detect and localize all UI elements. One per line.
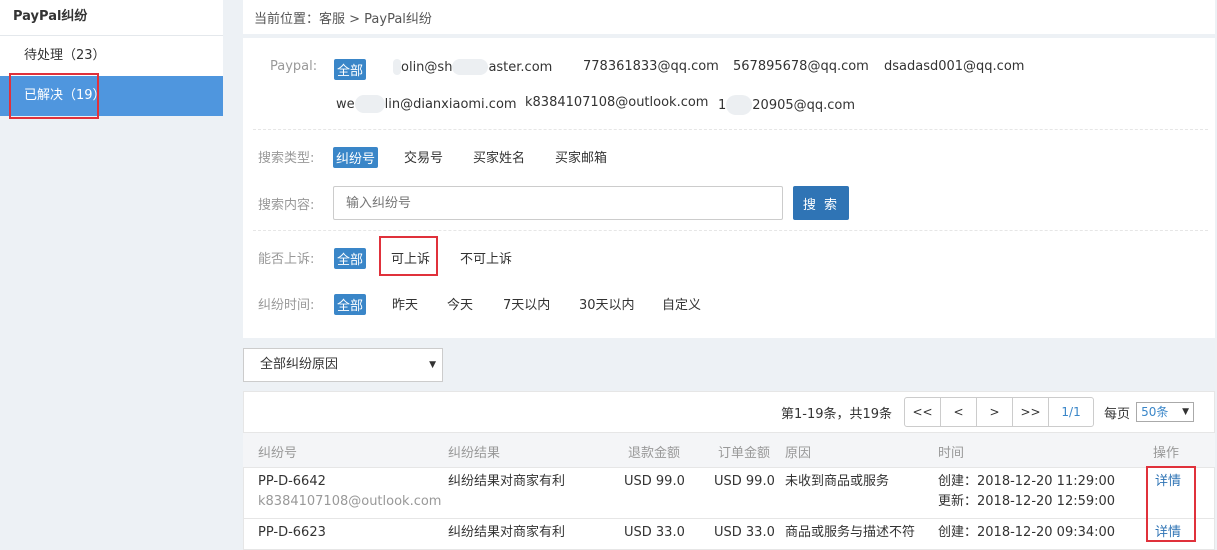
prev-page-button[interactable]: < [941,398,978,426]
per-page-select[interactable]: 50条 ▼ [1136,402,1195,422]
refund-amount: USD 33.0 [624,525,685,540]
created-time: 创建：2018-12-20 11:29:00 [938,474,1116,489]
dispute-reason: 未收到商品或服务 [785,474,890,489]
first-page-button[interactable]: << [905,398,942,426]
paypal-label: Paypal: [270,59,318,74]
paypal-option-all[interactable]: 全部 [334,59,367,80]
divider [253,129,1208,130]
search-type-buyer-email[interactable]: 买家邮箱 [555,147,607,166]
paypal-account-5-part-a: we [336,96,355,112]
sidebar-item-pending[interactable]: 待处理（23） [0,36,223,76]
pagination: 第1-19条，共19条 << < > >> 1/1 每页 50条 ▼ [781,397,1195,427]
paypal-account-5-part-b: lin@dianxiaomi.com [384,96,517,112]
header-actions: 操作 [1153,446,1180,461]
details-link[interactable]: 详情 [1155,523,1181,543]
per-page-label: 每页 [1104,406,1131,422]
time-option-yesterday[interactable]: 昨天 [392,294,418,313]
paypal-account-7-part-b: 20905@qq.com [752,97,856,113]
created-time: 创建：2018-12-20 09:34:00 [938,525,1116,540]
search-input[interactable] [333,186,783,220]
paypal-account-3[interactable]: 567895678@qq.com [733,59,869,74]
paypal-filter-row: Paypal: [270,59,317,74]
dispute-id: PP-D-6623 [258,525,326,540]
next-page-button[interactable]: > [977,398,1014,426]
chevron-down-icon: ▼ [1182,407,1190,417]
redacted-blur [452,59,489,75]
appeal-option-all[interactable]: 全部 [334,248,367,269]
dispute-result: 纠纷结果对商家有利 [448,474,566,489]
reason-select[interactable]: 全部纠纷原因 ▼ [243,348,443,382]
appeal-label: 能否上诉: [258,252,315,267]
paypal-account-2[interactable]: 778361833@qq.com [583,59,719,74]
header-dispute-id: 纠纷号 [258,446,298,461]
time-option-30-days[interactable]: 30天以内 [579,294,635,313]
last-page-button[interactable]: >> [1013,398,1050,426]
paypal-account-1-part-b: aster.com [488,59,553,75]
header-time: 时间 [938,446,965,461]
details-link[interactable]: 详情 [1155,472,1181,492]
paypal-account-1[interactable]: olin@sh aster.com [393,59,552,75]
appeal-option-appealable[interactable]: 可上诉 [391,248,430,267]
table-header: 纠纷号 纠纷结果 退款金额 订单金额 原因 时间 操作 [243,432,1215,468]
updated-time: 更新：2018-12-20 12:59:00 [938,494,1116,509]
reason-select-value: 全部纠纷原因 [260,357,339,372]
header-order-amount: 订单金额 [718,446,771,461]
paypal-account-6[interactable]: k8384107108@outlook.com [525,95,708,110]
paypal-account-7-part-a: 1 [718,97,727,113]
paypal-account-1-part-a: olin@sh [401,59,453,75]
order-amount: USD 33.0 [714,525,775,540]
redacted-blur [354,95,385,113]
time-option-all[interactable]: 全部 [334,294,367,315]
refund-amount: USD 99.0 [624,474,685,489]
pagination-summary: 第1-19条，共19条 [781,406,893,422]
paypal-account-7[interactable]: 1 20905@qq.com [718,95,855,115]
time-option-today[interactable]: 今天 [447,294,473,313]
divider [253,230,1208,231]
time-label: 纠纷时间: [258,298,315,313]
header-refund-amount: 退款金额 [628,446,681,461]
search-type-label: 搜索类型: [258,151,315,166]
sidebar-item-resolved[interactable]: 已解决（19） [0,76,223,116]
breadcrumb: 当前位置：客服 > PayPal纠纷 [254,12,432,27]
chevron-down-icon: ▼ [429,360,436,370]
time-option-custom[interactable]: 自定义 [662,294,701,313]
order-amount: USD 99.0 [714,474,775,489]
appeal-option-not-appealable[interactable]: 不可上诉 [460,248,512,267]
current-page: 1/1 [1061,405,1081,419]
sidebar-title: PayPal纠纷 [0,0,223,36]
sidebar: PayPal纠纷 待处理（23） 已解决（19） [0,0,223,550]
paypal-account-5[interactable]: we lin@dianxiaomi.com [336,95,517,113]
search-content-label: 搜索内容: [258,198,315,213]
header-result: 纠纷结果 [448,446,501,461]
redacted-blur [393,59,401,75]
buyer-email: k8384107108@outlook.com [258,494,442,509]
row-divider [243,518,1215,519]
pagination-buttons: << < > >> 1/1 [904,397,1095,427]
dispute-id: PP-D-6642 [258,474,326,489]
time-option-7-days[interactable]: 7天以内 [503,294,550,313]
dispute-result: 纠纷结果对商家有利 [448,525,566,540]
paypal-account-4[interactable]: dsadasd001@qq.com [884,59,1024,74]
search-type-buyer-name[interactable]: 买家姓名 [473,147,525,166]
dispute-reason: 商品或服务与描述不符 [785,525,916,540]
search-type-transaction-id[interactable]: 交易号 [404,147,443,166]
per-page-value: 50条 [1141,405,1169,419]
header-reason: 原因 [785,446,812,461]
search-button[interactable]: 搜 索 [793,186,849,220]
search-type-dispute-id[interactable]: 纠纷号 [333,147,379,168]
redacted-blur [726,95,753,115]
